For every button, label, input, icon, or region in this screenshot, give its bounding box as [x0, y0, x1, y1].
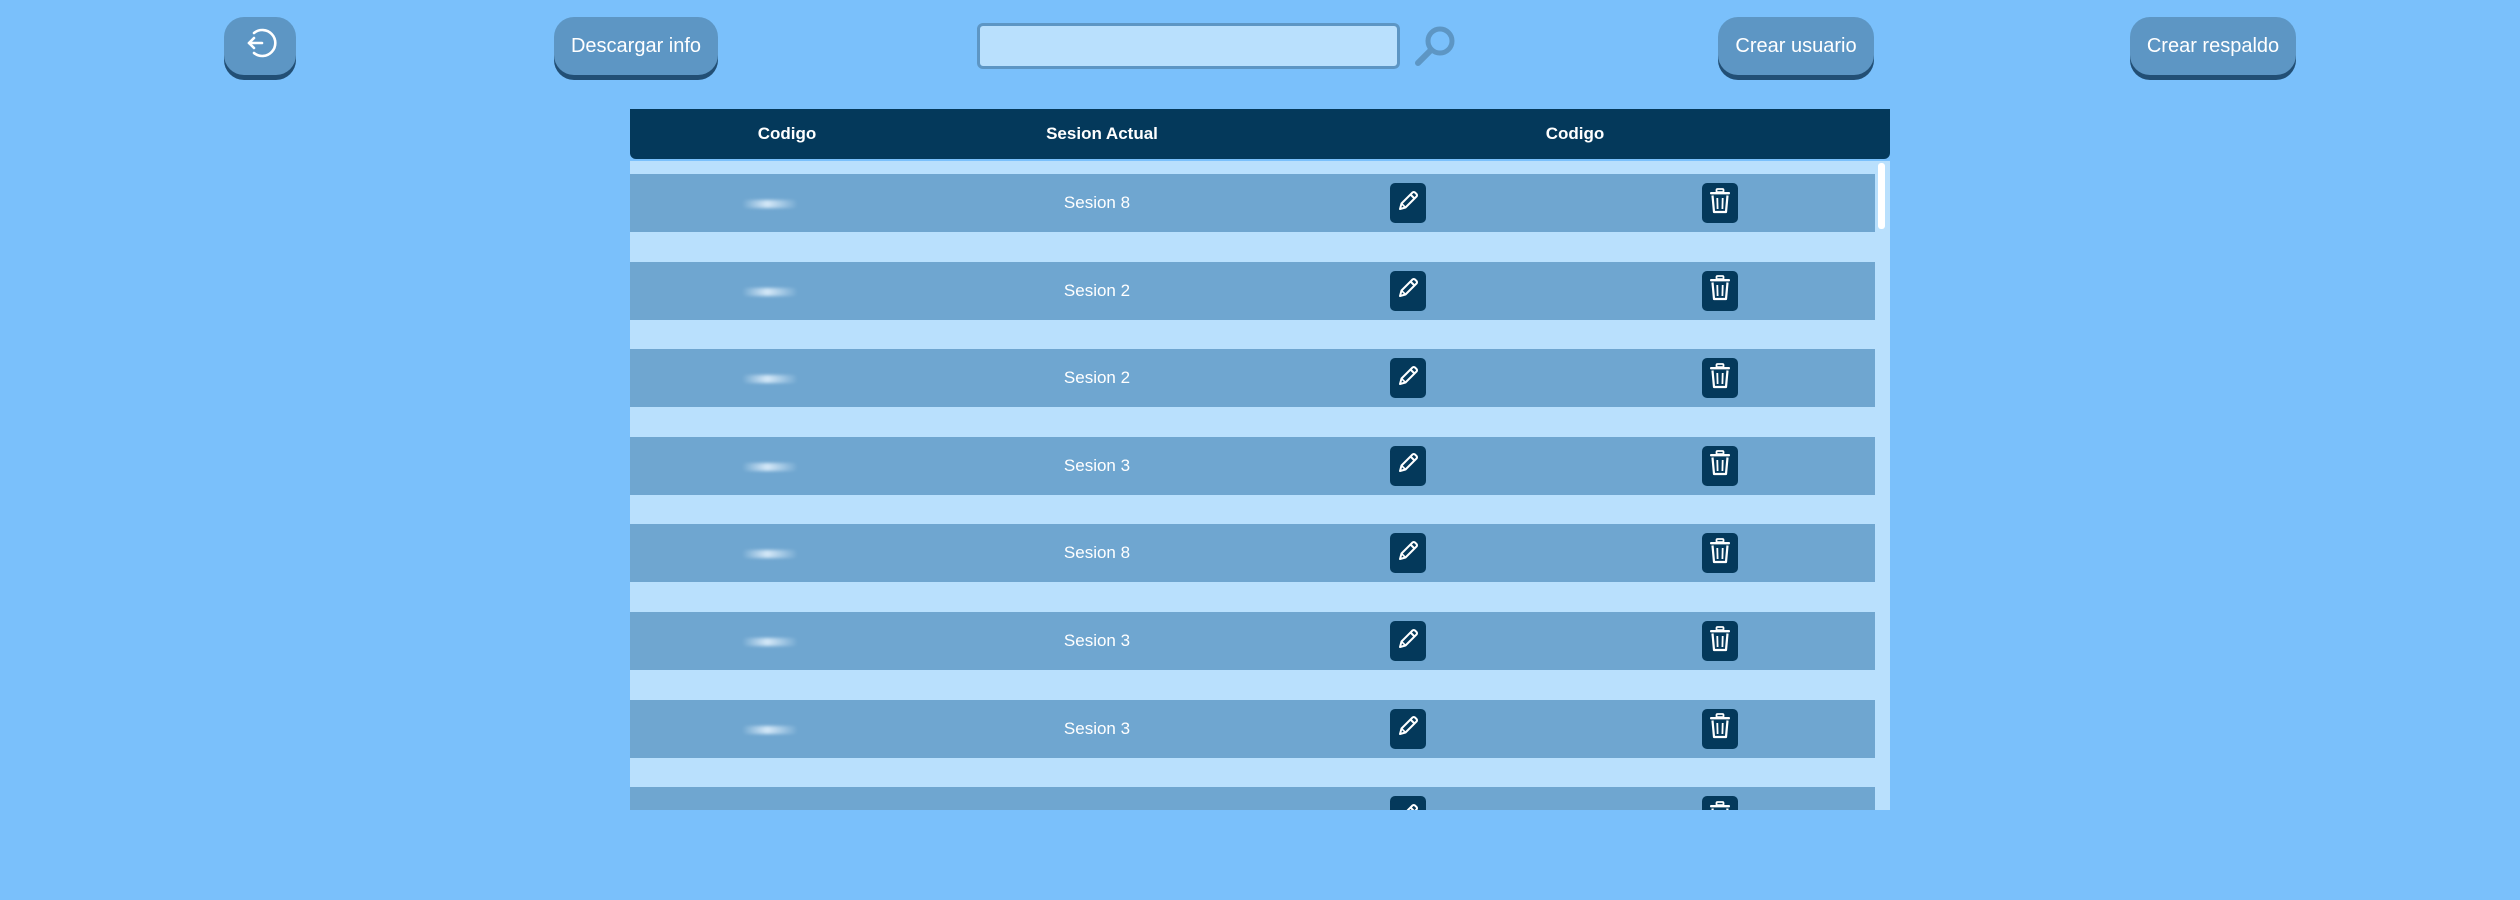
delete-button[interactable]: [1702, 183, 1738, 223]
edit-button[interactable]: [1390, 358, 1426, 399]
edit-button[interactable]: [1390, 270, 1426, 311]
edit-button[interactable]: [1390, 796, 1426, 810]
download-info-button[interactable]: Descargar info: [554, 17, 718, 75]
delete-button[interactable]: [1702, 708, 1738, 749]
delete-button[interactable]: [1702, 621, 1738, 661]
table-row: Sesion 3: [630, 699, 1875, 758]
edit-button[interactable]: [1390, 708, 1426, 749]
logout-button[interactable]: [224, 17, 296, 75]
pencil-icon: [1395, 626, 1421, 657]
table-header: Codigo Sesion Actual Codigo: [630, 109, 1890, 159]
edit-button[interactable]: [1390, 621, 1426, 661]
trash-icon: [1707, 187, 1733, 220]
table-row: Sesion 8: [630, 524, 1875, 583]
scrollbar-thumb[interactable]: [1878, 163, 1885, 229]
session-cell: Sesion 3: [1063, 718, 1131, 738]
delete-button[interactable]: [1702, 796, 1738, 810]
trash-icon: [1707, 449, 1733, 482]
code-cell-redacted: [742, 550, 798, 559]
table-row: Sesion 2: [630, 261, 1875, 320]
create-user-button[interactable]: Crear usuario: [1718, 17, 1874, 75]
table-row: Sesion 3: [630, 436, 1875, 495]
logout-icon: [243, 26, 277, 66]
code-cell-redacted: [742, 287, 798, 296]
edit-button[interactable]: [1390, 533, 1426, 574]
code-cell-redacted: [742, 375, 798, 384]
pencil-icon: [1395, 538, 1421, 569]
table-row: [630, 787, 1875, 810]
scrollbar[interactable]: [1875, 161, 1890, 810]
delete-button[interactable]: [1702, 270, 1738, 311]
session-cell: Sesion 3: [1063, 455, 1131, 475]
table-row: Sesion 2: [630, 349, 1875, 408]
search-button[interactable]: [1412, 22, 1460, 70]
session-cell: Sesion 2: [1063, 368, 1131, 388]
create-backup-button[interactable]: Crear respaldo: [2130, 17, 2296, 75]
delete-button[interactable]: [1702, 533, 1738, 574]
trash-icon: [1707, 712, 1733, 745]
session-cell: Sesion 8: [1063, 543, 1131, 563]
trash-icon: [1707, 800, 1733, 810]
header-code-actions: Codigo: [1545, 124, 1605, 143]
code-cell-redacted: [742, 200, 798, 208]
pencil-icon: [1395, 450, 1421, 481]
trash-icon: [1707, 362, 1733, 395]
trash-icon: [1707, 274, 1733, 307]
table-body[interactable]: Sesion 8 Sesion 2 Sesion 2 Sesion 3 Sesi…: [630, 161, 1890, 810]
pencil-icon: [1395, 275, 1421, 306]
delete-button[interactable]: [1702, 445, 1738, 486]
table-row: Sesion 3: [630, 612, 1875, 670]
session-cell: [997, 787, 1197, 810]
edit-button[interactable]: [1390, 445, 1426, 486]
trash-icon: [1707, 537, 1733, 570]
code-cell-redacted: [742, 725, 798, 734]
code-cell-redacted: [742, 638, 798, 646]
edit-button[interactable]: [1390, 183, 1426, 223]
trash-icon: [1707, 625, 1733, 658]
session-cell: Sesion 2: [1063, 280, 1131, 300]
users-table: Codigo Sesion Actual Codigo Sesion 8 Ses…: [630, 109, 1890, 810]
pencil-icon: [1395, 713, 1421, 744]
delete-button[interactable]: [1702, 358, 1738, 399]
header-code: Codigo: [757, 124, 817, 143]
search-icon: [1412, 26, 1460, 74]
pencil-icon: [1395, 363, 1421, 394]
pencil-icon: [1395, 801, 1421, 810]
session-cell: Sesion 8: [1063, 193, 1131, 212]
search-input[interactable]: [977, 23, 1400, 69]
header-current-session: Sesion Actual: [1046, 124, 1158, 143]
pencil-icon: [1395, 188, 1421, 219]
table-row: Sesion 8: [630, 174, 1875, 232]
session-cell: Sesion 3: [1063, 631, 1131, 650]
code-cell-redacted: [742, 462, 798, 471]
